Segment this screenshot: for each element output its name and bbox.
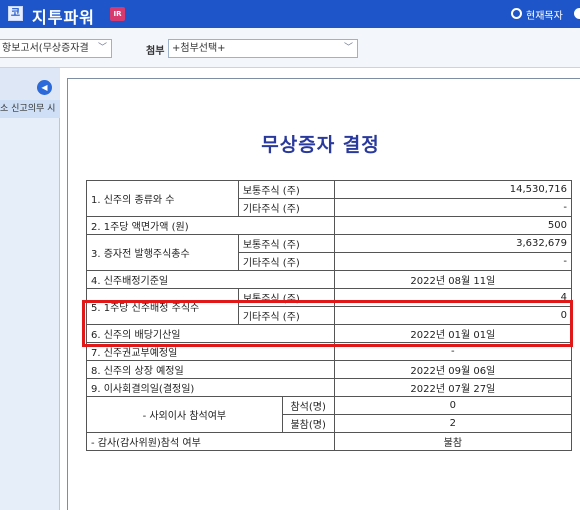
table-row: 8. 신주의 상장 예정일 2022년 09월 06일 xyxy=(86,360,573,379)
title-bar: 코 지투파워 IR 현재목자 xyxy=(0,0,580,28)
cell-value: - xyxy=(333,252,573,271)
document-title: 무상증자 결정 xyxy=(261,134,380,156)
row-label: 1. 신주의 종류와 수 xyxy=(86,180,239,217)
sub-label: 기타주식 (주) xyxy=(237,306,335,325)
row-label: - 사외이사 참석여부 xyxy=(86,396,283,433)
table-row: 7. 신주권교부예정일 - xyxy=(86,342,573,361)
toolbar: 항보고서(무상증자결 ﹀ 첨부 +첨부선택+ ﹀ xyxy=(0,28,580,68)
row-label: 4. 신주배정기준일 xyxy=(86,270,335,289)
cell-value: 0 xyxy=(333,306,573,325)
sidebar: ◀ 소 신고의무 시 xyxy=(0,68,60,510)
row-label: 6. 신주의 배당기산일 xyxy=(86,324,335,343)
cell-value: 불참 xyxy=(333,432,573,451)
row-label: - 감사(감사위원)참석 여부 xyxy=(86,432,335,451)
table-row: 3. 증자전 발행주식총수 보통주식 (주) 3,632,679 xyxy=(86,234,573,271)
table-row: - 감사(감사위원)참석 여부 불참 xyxy=(86,432,573,451)
chevron-down-icon: ﹀ xyxy=(97,43,107,53)
cell-value: 0 xyxy=(333,396,573,415)
table-row: - 사외이사 참석여부 참석(명) 0 xyxy=(86,396,573,433)
sub-label: 불참(명) xyxy=(281,414,335,433)
cell-value: 2022년 07월 27일 xyxy=(333,378,573,397)
disclosure-table: 1. 신주의 종류와 수 보통주식 (주) 14,530,716 기타주식 (주… xyxy=(86,180,573,451)
current-view-radio[interactable] xyxy=(511,8,522,19)
app-logo-icon: 코 xyxy=(8,6,23,21)
document-viewer: 무상증자 결정 1. 신주의 종류와 수 보통주식 (주) 14,530,716… xyxy=(61,68,580,510)
cell-value: 3,632,679 xyxy=(333,234,573,253)
other-view-radio[interactable] xyxy=(574,8,580,19)
table-row: 5. 1주당 신주배정 주식수 보통주식 (주) 4 xyxy=(86,288,573,325)
sub-label: 보통주식 (주) xyxy=(237,288,335,307)
current-view-label[interactable]: 현재목자 xyxy=(526,7,563,22)
sub-label: 기타주식 (주) xyxy=(237,198,335,217)
report-select-value: 항보고서(무상증자결 xyxy=(2,43,89,54)
cell-value: 500 xyxy=(333,216,573,235)
row-label: 7. 신주권교부예정일 xyxy=(86,342,335,361)
sidebar-item-report[interactable]: 소 신고의무 시 xyxy=(0,100,60,118)
cell-value: 14,530,716 xyxy=(333,180,573,199)
attach-select-value: +첨부선택+ xyxy=(172,43,226,54)
company-title: 지투파워 xyxy=(32,8,95,27)
table-row: 2. 1주당 액면가액 (원) 500 xyxy=(86,216,573,235)
table-row: 6. 신주의 배당기산일 2022년 01월 01일 xyxy=(86,324,573,343)
sub-label: 참석(명) xyxy=(281,396,335,415)
attach-label: 첨부 xyxy=(146,46,165,57)
sub-label: 보통주식 (주) xyxy=(237,180,335,199)
ir-badge-icon[interactable]: IR xyxy=(110,7,125,21)
cell-value: 4 xyxy=(333,288,573,307)
attach-select[interactable]: +첨부선택+ ﹀ xyxy=(168,39,358,58)
row-label: 2. 1주당 액면가액 (원) xyxy=(86,216,335,235)
table-row: 4. 신주배정기준일 2022년 08월 11일 xyxy=(86,270,573,289)
cell-value: 2022년 08월 11일 xyxy=(333,270,573,289)
sub-label: 보통주식 (주) xyxy=(237,234,335,253)
row-label: 3. 증자전 발행주식총수 xyxy=(86,234,239,271)
cell-value: - xyxy=(333,342,573,361)
sub-label: 기타주식 (주) xyxy=(237,252,335,271)
cell-value: 2022년 09월 06일 xyxy=(333,360,573,379)
table-row: 9. 이사회결의일(결정일) 2022년 07월 27일 xyxy=(86,378,573,397)
row-label: 5. 1주당 신주배정 주식수 xyxy=(86,288,239,325)
collapse-left-icon[interactable]: ◀ xyxy=(37,80,52,95)
cell-value: 2 xyxy=(333,414,573,433)
cell-value: - xyxy=(333,198,573,217)
row-label: 8. 신주의 상장 예정일 xyxy=(86,360,335,379)
table-row: 1. 신주의 종류와 수 보통주식 (주) 14,530,716 xyxy=(86,180,573,217)
row-label: 9. 이사회결의일(결정일) xyxy=(86,378,335,397)
chevron-down-icon: ﹀ xyxy=(343,43,353,53)
report-select[interactable]: 항보고서(무상증자결 ﹀ xyxy=(0,39,112,58)
cell-value: 2022년 01월 01일 xyxy=(333,324,573,343)
